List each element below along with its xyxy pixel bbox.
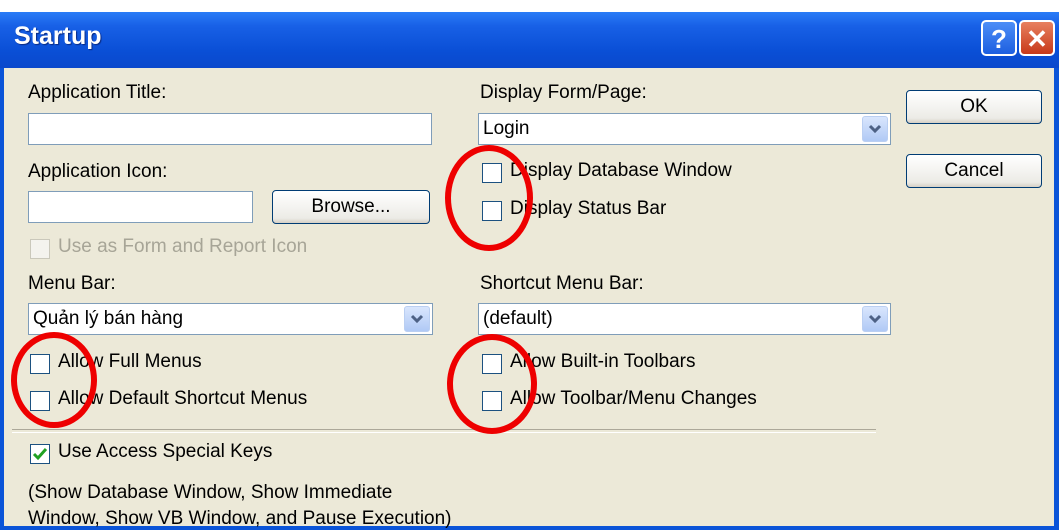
use-as-icon-checkbox[interactable]: [30, 239, 50, 259]
allow-toolbar-menu-changes-label: Allow Toolbar/Menu Changes: [510, 388, 757, 409]
close-button[interactable]: ✕: [1019, 20, 1055, 56]
special-keys-note-line-2: Window, Show VB Window, and Pause Execut…: [28, 508, 452, 529]
separator: [12, 429, 876, 433]
use-as-icon-label: Use as Form and Report Icon: [58, 236, 308, 257]
use-access-special-keys-label: Use Access Special Keys: [58, 441, 273, 462]
menu-bar-label: Menu Bar:: [28, 273, 116, 294]
shortcut-menu-bar-select[interactable]: (default): [478, 303, 891, 335]
menu-bar-dropdown-arrow-icon[interactable]: [404, 306, 430, 332]
special-keys-note-line-1: (Show Database Window, Show Immediate: [28, 482, 393, 503]
special-keys-note: (Show Database Window, Show Immediate Wi…: [28, 480, 452, 532]
application-icon-input[interactable]: [28, 191, 253, 223]
title-bar[interactable]: Startup ? ✕: [0, 12, 1059, 68]
checkmark-icon: [32, 448, 48, 461]
help-button[interactable]: ?: [981, 20, 1017, 56]
display-status-bar-label: Display Status Bar: [510, 198, 667, 219]
highlight-circle-menu-options: [11, 332, 97, 428]
menu-bar-value: Quản lý bán hàng: [33, 308, 184, 329]
display-form-select[interactable]: Login: [478, 113, 891, 145]
application-title-label: Application Title:: [28, 82, 167, 103]
browse-button[interactable]: Browse...: [272, 190, 430, 224]
display-database-window-label: Display Database Window: [510, 160, 732, 181]
shortcut-menu-bar-value: (default): [483, 308, 553, 329]
shortcut-menu-bar-dropdown-arrow-icon[interactable]: [862, 306, 888, 332]
ok-button[interactable]: OK: [906, 90, 1042, 124]
display-form-value: Login: [483, 118, 530, 139]
allow-builtin-toolbars-label: Allow Built-in Toolbars: [510, 351, 696, 372]
highlight-circle-toolbar-options: [447, 334, 537, 434]
menu-bar-select[interactable]: Quản lý bán hàng: [28, 303, 433, 335]
dialog-client-area: Application Title: Application Icon: Bro…: [4, 68, 1054, 529]
display-form-label: Display Form/Page:: [480, 82, 647, 103]
use-access-special-keys-checkbox[interactable]: [30, 444, 50, 464]
application-title-input[interactable]: [28, 113, 432, 145]
display-form-dropdown-arrow-icon[interactable]: [862, 116, 888, 142]
cancel-button[interactable]: Cancel: [906, 154, 1042, 188]
application-icon-label: Application Icon:: [28, 161, 168, 182]
shortcut-menu-bar-label: Shortcut Menu Bar:: [480, 273, 644, 294]
highlight-circle-display-options: [445, 145, 533, 251]
dialog-title: Startup: [14, 22, 102, 50]
startup-dialog: Startup ? ✕ Application Title: Applicati…: [0, 12, 1059, 530]
